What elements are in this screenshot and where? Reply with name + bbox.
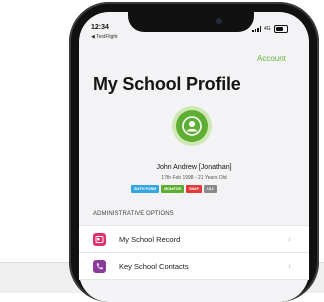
back-to-testflight-link[interactable]: ◀ TestFlight <box>91 34 118 40</box>
list-item-label: Key School Contacts <box>119 261 189 271</box>
list-item-label: My School Record <box>119 234 181 244</box>
account-link[interactable]: Account <box>257 54 286 63</box>
tag-sixth-form: SIXTH FORM <box>131 185 160 193</box>
tag-snap: SNAP <box>186 185 203 193</box>
student-dob-age: 17th Feb 1998 - 21 Years Old <box>161 175 227 181</box>
admin-options-list: My School Record › Key School Contacts › <box>79 225 309 280</box>
section-header-admin: ADMINISTRATIVE OPTIONS <box>93 211 174 217</box>
user-icon <box>182 116 202 136</box>
list-item-key-school-contacts[interactable]: Key School Contacts › <box>79 253 309 280</box>
status-tags: SIXTH FORM MONITOR SNAP U12 <box>131 185 217 193</box>
battery-icon <box>273 25 288 33</box>
student-name: John Andrew [Jonathan] <box>156 164 232 171</box>
signal-icon <box>252 26 261 32</box>
avatar[interactable] <box>176 110 208 142</box>
status-time: 12:34 <box>91 24 109 31</box>
chevron-right-icon: › <box>288 234 291 244</box>
status-indicators: 4G <box>252 25 288 33</box>
camera-icon <box>216 18 222 24</box>
phone-notch <box>128 12 254 32</box>
record-icon <box>93 232 106 246</box>
list-item-my-school-record[interactable]: My School Record › <box>79 226 309 253</box>
tag-monitor: MONITOR <box>161 185 185 193</box>
page-title: My School Profile <box>93 74 241 94</box>
network-type: 4G <box>264 26 271 32</box>
phone-icon <box>93 259 106 273</box>
chevron-right-icon: › <box>288 261 291 271</box>
tag-u12: U12 <box>204 185 217 193</box>
